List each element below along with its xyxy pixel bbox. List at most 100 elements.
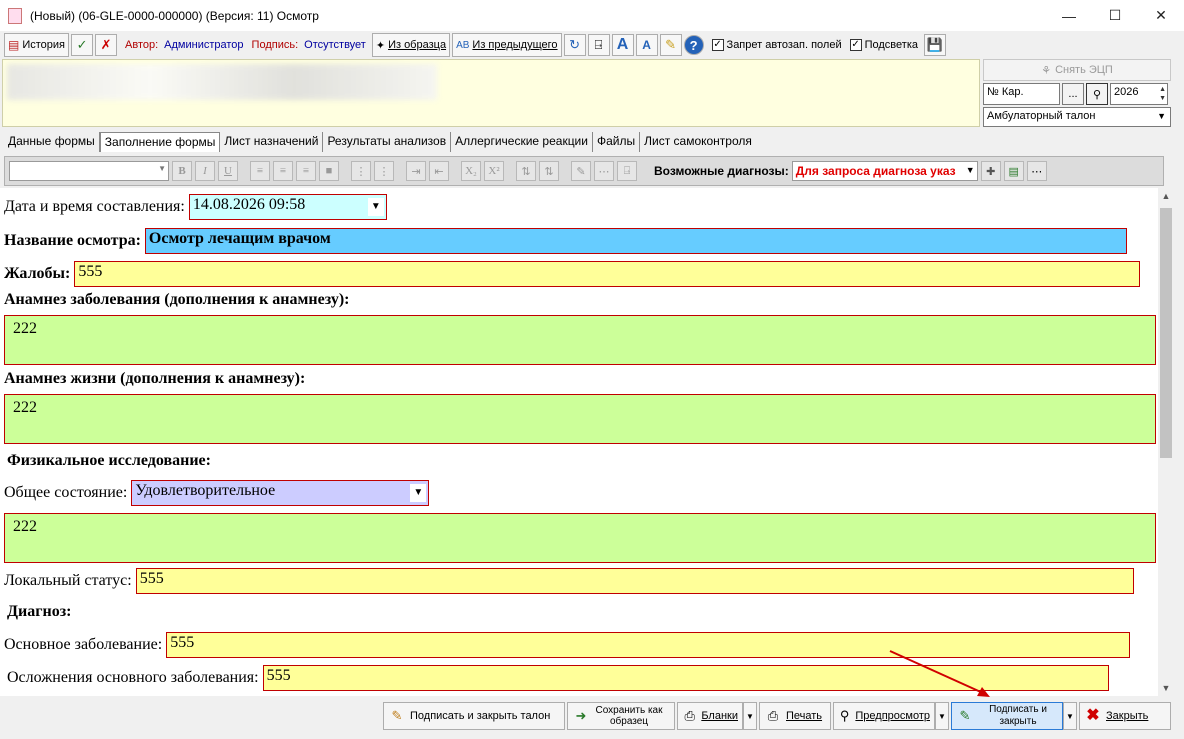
talon-type-select[interactable]: Амбулаторный талон ▼ bbox=[983, 107, 1171, 127]
highlight-checkbox[interactable]: ✓ Подсветка bbox=[849, 39, 918, 51]
complications-row: Осложнения основного заболевания: 555 bbox=[7, 665, 1109, 691]
tab-prescriptions[interactable]: Лист назначений bbox=[220, 132, 324, 152]
bullet-list-icon[interactable]: ⋮ bbox=[351, 161, 371, 181]
preview-button[interactable]: ⚲ Предпросмотр bbox=[833, 702, 935, 730]
complaints-field[interactable]: 555 bbox=[74, 261, 1141, 287]
scroll-down-icon[interactable]: ▼ bbox=[1158, 680, 1174, 696]
life-history-label-row: Анамнез жизни (дополнения к анамнезу): bbox=[4, 370, 305, 388]
close-window-icon[interactable]: ✕ bbox=[1138, 0, 1184, 31]
life-history-field[interactable]: 222 bbox=[4, 394, 1156, 444]
general-state-value: Удовлетворительное bbox=[135, 482, 276, 499]
save-icon[interactable]: 💾 bbox=[924, 34, 946, 56]
signature-label: Подпись: bbox=[251, 39, 299, 51]
chevron-down-icon: ▼ bbox=[1157, 111, 1166, 121]
subscript-icon[interactable]: X₂ bbox=[461, 161, 481, 181]
italic-icon[interactable]: I bbox=[195, 161, 215, 181]
scroll-up-icon[interactable]: ▲ bbox=[1158, 188, 1174, 204]
tab-form-filling[interactable]: Заполнение формы bbox=[99, 132, 221, 152]
main-disease-label: Основное заболевание: bbox=[4, 636, 163, 653]
history-button[interactable]: ▤ История bbox=[4, 33, 70, 57]
refresh-icon[interactable]: ↻ bbox=[563, 34, 586, 56]
font-select[interactable]: ▼ bbox=[9, 161, 169, 181]
sign-document-icon[interactable]: ✓ bbox=[71, 34, 94, 56]
datetime-field[interactable]: 14.08.2026 09:58 ▼ bbox=[188, 194, 387, 220]
title-bar: (Новый) (06-GLE-0000-000000) (Версия: 11… bbox=[0, 0, 1184, 31]
general-state-select[interactable]: Удовлетворительное ▼ bbox=[131, 480, 430, 506]
sign-and-close-dropdown-icon[interactable]: ▼ bbox=[1063, 702, 1077, 730]
form-scrollbar[interactable]: ▲ ▼ bbox=[1158, 188, 1174, 696]
align-left-icon[interactable]: ≡ bbox=[250, 161, 270, 181]
wand-icon: ✦ bbox=[375, 39, 386, 52]
preview-dropdown-icon[interactable]: ▼ bbox=[935, 702, 949, 730]
diagnosis-list-icon[interactable]: ▤ bbox=[1003, 161, 1024, 181]
local-status-field[interactable]: 555 bbox=[135, 568, 1134, 594]
save-as-sample-label: Сохранить как образец bbox=[595, 705, 663, 727]
from-sample-label: Из образца bbox=[388, 39, 447, 51]
chevron-down-icon: ▼ bbox=[158, 164, 166, 173]
broom-icon[interactable]: ✎ bbox=[659, 34, 682, 56]
help-icon[interactable]: ? bbox=[683, 35, 704, 55]
ban-autofill-label: Запрет автозап. полей bbox=[726, 39, 842, 51]
font-increase-icon[interactable]: A bbox=[611, 34, 634, 56]
close-button[interactable]: ✖ Закрыть bbox=[1079, 702, 1171, 730]
add-diagnosis-icon[interactable]: ✚ bbox=[980, 161, 1001, 181]
insert-row-icon[interactable]: ⇅ bbox=[516, 161, 536, 181]
print-button[interactable]: ⎙ Печать bbox=[759, 702, 831, 730]
main-disease-value: 555 bbox=[170, 634, 195, 651]
print-label: Печать bbox=[786, 710, 823, 722]
diagnosis-more-icon[interactable]: ⋯ bbox=[1026, 161, 1047, 181]
card-number-input[interactable]: № Кар. bbox=[983, 83, 1060, 105]
general-state-row: Общее состояние: Удовлетворительное ▼ bbox=[4, 480, 430, 506]
tab-strip: Данные формы Заполнение формы Лист назна… bbox=[4, 132, 756, 152]
font-decrease-icon[interactable]: A bbox=[635, 34, 658, 56]
from-previous-button[interactable]: AB Из предыдущего bbox=[452, 33, 562, 57]
chevron-down-icon[interactable]: ▼ bbox=[367, 198, 384, 216]
disease-history-field[interactable]: 222 bbox=[4, 315, 1156, 365]
exam-name-field[interactable]: Осмотр лечащим врачом bbox=[144, 228, 1127, 254]
tab-allergies[interactable]: Аллергические реакции bbox=[451, 132, 593, 152]
minimize-icon[interactable]: — bbox=[1046, 0, 1092, 31]
align-center-icon[interactable]: ≡ bbox=[273, 161, 293, 181]
year-spinner[interactable]: 2026 ▲ ▼ bbox=[1110, 83, 1168, 105]
mouse-icon[interactable]: ⍈ bbox=[587, 34, 610, 56]
mouse-icon[interactable]: ⍈ bbox=[617, 161, 637, 181]
numbered-list-icon[interactable]: ⋮ bbox=[374, 161, 394, 181]
tab-form-data[interactable]: Данные формы bbox=[4, 132, 100, 152]
search-icon[interactable]: ⚲ bbox=[1086, 83, 1108, 105]
sign-and-close-button[interactable]: ✎ Подписать и закрыть bbox=[951, 702, 1063, 730]
datetime-value: 14.08.2026 09:58 bbox=[192, 196, 306, 213]
general-state-notes-field[interactable]: 222 bbox=[4, 513, 1156, 563]
blanks-dropdown-icon[interactable]: ▼ bbox=[743, 702, 757, 730]
diagnosis-row: Диагноз: bbox=[7, 603, 71, 621]
spinner-arrows-icon[interactable]: ▲ ▼ bbox=[1159, 85, 1166, 103]
broom-icon[interactable]: ✎ bbox=[571, 161, 591, 181]
ban-autofill-checkbox[interactable]: ✓ Запрет автозап. полей bbox=[711, 39, 842, 51]
scroll-thumb[interactable] bbox=[1160, 208, 1172, 458]
from-sample-button[interactable]: ✦ Из образца bbox=[371, 33, 451, 57]
author-value: Администратор bbox=[164, 39, 244, 51]
card-lookup-button[interactable]: ... bbox=[1062, 83, 1084, 105]
more-icon[interactable]: ⋯ bbox=[594, 161, 614, 181]
superscript-icon[interactable]: X² bbox=[484, 161, 504, 181]
align-right-icon[interactable]: ≡ bbox=[296, 161, 316, 181]
sign-close-talon-button[interactable]: ✎ Подписать и закрыть талон bbox=[383, 702, 565, 730]
bold-icon[interactable]: B bbox=[172, 161, 192, 181]
remove-document-icon[interactable]: ✗ bbox=[95, 34, 118, 56]
remove-ecp-button[interactable]: ⚘ Снять ЭЦП bbox=[983, 59, 1171, 81]
save-as-sample-button[interactable]: ➜ Сохранить как образец bbox=[567, 702, 675, 730]
blanks-button[interactable]: ⎙ Бланки bbox=[677, 702, 743, 730]
tab-test-results[interactable]: Результаты анализов bbox=[323, 132, 452, 152]
main-toolbar: ▤ История ✓ ✗ Автор: Администратор Подпи… bbox=[0, 32, 1184, 58]
indent-icon[interactable]: ⇥ bbox=[406, 161, 426, 181]
complications-field[interactable]: 555 bbox=[262, 665, 1109, 691]
possible-diagnoses-select[interactable]: Для запроса диагноза указ ▼ bbox=[791, 161, 978, 181]
align-justify-icon[interactable]: ■ bbox=[319, 161, 339, 181]
maximize-icon[interactable]: ☐ bbox=[1092, 0, 1138, 31]
main-disease-field[interactable]: 555 bbox=[166, 632, 1131, 658]
underline-icon[interactable]: U bbox=[218, 161, 238, 181]
chevron-down-icon[interactable]: ▼ bbox=[410, 484, 427, 502]
outdent-icon[interactable]: ⇤ bbox=[429, 161, 449, 181]
tab-files[interactable]: Файлы bbox=[593, 132, 641, 152]
tab-self-control[interactable]: Лист самоконтроля bbox=[640, 132, 756, 152]
insert-column-icon[interactable]: ⇅ bbox=[539, 161, 559, 181]
